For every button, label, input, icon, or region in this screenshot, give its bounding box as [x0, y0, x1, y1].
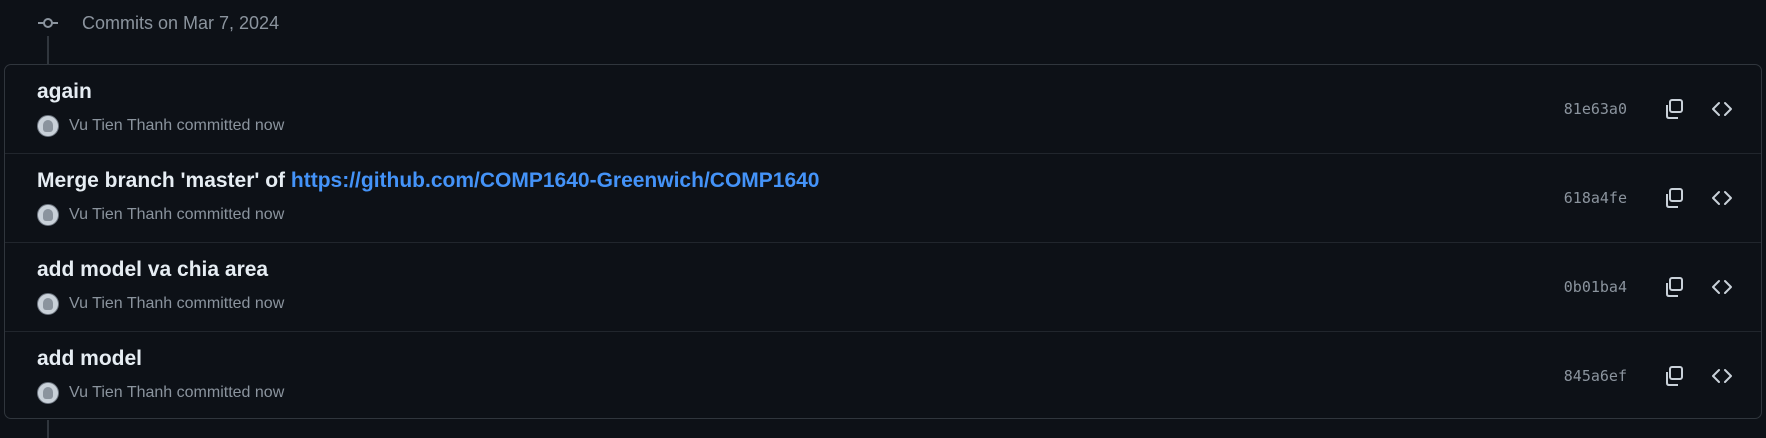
commit-history: Commits on Mar 7, 2024 again Vu Tien Tha…	[0, 0, 1766, 438]
commit-time: now	[254, 384, 285, 401]
copy-icon[interactable]	[1657, 181, 1691, 215]
timeline-line	[47, 420, 49, 438]
code-icon[interactable]	[1705, 270, 1739, 304]
commit-action: committed	[176, 384, 251, 401]
code-icon[interactable]	[1705, 181, 1739, 215]
commit-author[interactable]: Vu Tien Thanh	[69, 295, 172, 313]
commit-sha-link[interactable]: 845a6ef	[1564, 367, 1627, 385]
commit-meta: Vu Tien Thanh committed now	[37, 382, 284, 404]
commit-title[interactable]: Merge branch 'master' of https://github.…	[37, 169, 820, 193]
commit-meta: Vu Tien Thanh committed now	[37, 115, 284, 137]
commit-meta: Vu Tien Thanh committed now	[37, 293, 284, 315]
commit-row: add model va chia area Vu Tien Thanh com…	[5, 243, 1761, 332]
commit-action: committed	[176, 117, 251, 134]
avatar[interactable]	[37, 204, 59, 226]
commit-sha-link[interactable]: 0b01ba4	[1564, 278, 1627, 296]
copy-icon[interactable]	[1657, 270, 1691, 304]
commit-time: now	[254, 295, 285, 312]
git-commit-icon	[34, 8, 62, 38]
timeline-line	[47, 36, 49, 64]
commit-row: add model Vu Tien Thanh committed now 84…	[5, 332, 1761, 418]
commit-time: now	[254, 117, 285, 134]
commit-group-header: Commits on Mar 7, 2024	[34, 8, 279, 38]
commit-title[interactable]: add model va chia area	[37, 258, 268, 282]
commit-title-link[interactable]: https://github.com/COMP1640-Greenwich/CO…	[291, 169, 820, 192]
commit-actions: 845a6ef	[1564, 356, 1739, 396]
code-icon[interactable]	[1705, 359, 1739, 393]
commit-author[interactable]: Vu Tien Thanh	[69, 384, 172, 402]
commit-title[interactable]: add model	[37, 347, 142, 371]
commit-group-date: Commits on Mar 7, 2024	[82, 12, 280, 33]
commit-list: again Vu Tien Thanh committed now 81e63a…	[4, 64, 1762, 419]
avatar[interactable]	[37, 382, 59, 404]
commit-sha-link[interactable]: 81e63a0	[1564, 100, 1627, 118]
commit-action: committed	[176, 295, 251, 312]
avatar[interactable]	[37, 115, 59, 137]
commit-actions: 81e63a0	[1564, 89, 1739, 129]
commit-title[interactable]: again	[37, 80, 92, 104]
commit-row: Merge branch 'master' of https://github.…	[5, 154, 1761, 243]
commit-meta: Vu Tien Thanh committed now	[37, 204, 284, 226]
copy-icon[interactable]	[1657, 359, 1691, 393]
code-icon[interactable]	[1705, 92, 1739, 126]
commit-actions: 0b01ba4	[1564, 267, 1739, 307]
commit-sha-link[interactable]: 618a4fe	[1564, 189, 1627, 207]
avatar[interactable]	[37, 293, 59, 315]
commit-time: now	[254, 206, 285, 223]
commit-actions: 618a4fe	[1564, 178, 1739, 218]
commit-action: committed	[176, 206, 251, 223]
commit-row: again Vu Tien Thanh committed now 81e63a…	[5, 65, 1761, 154]
copy-icon[interactable]	[1657, 92, 1691, 126]
commit-author[interactable]: Vu Tien Thanh	[69, 206, 172, 224]
commit-author[interactable]: Vu Tien Thanh	[69, 117, 172, 135]
